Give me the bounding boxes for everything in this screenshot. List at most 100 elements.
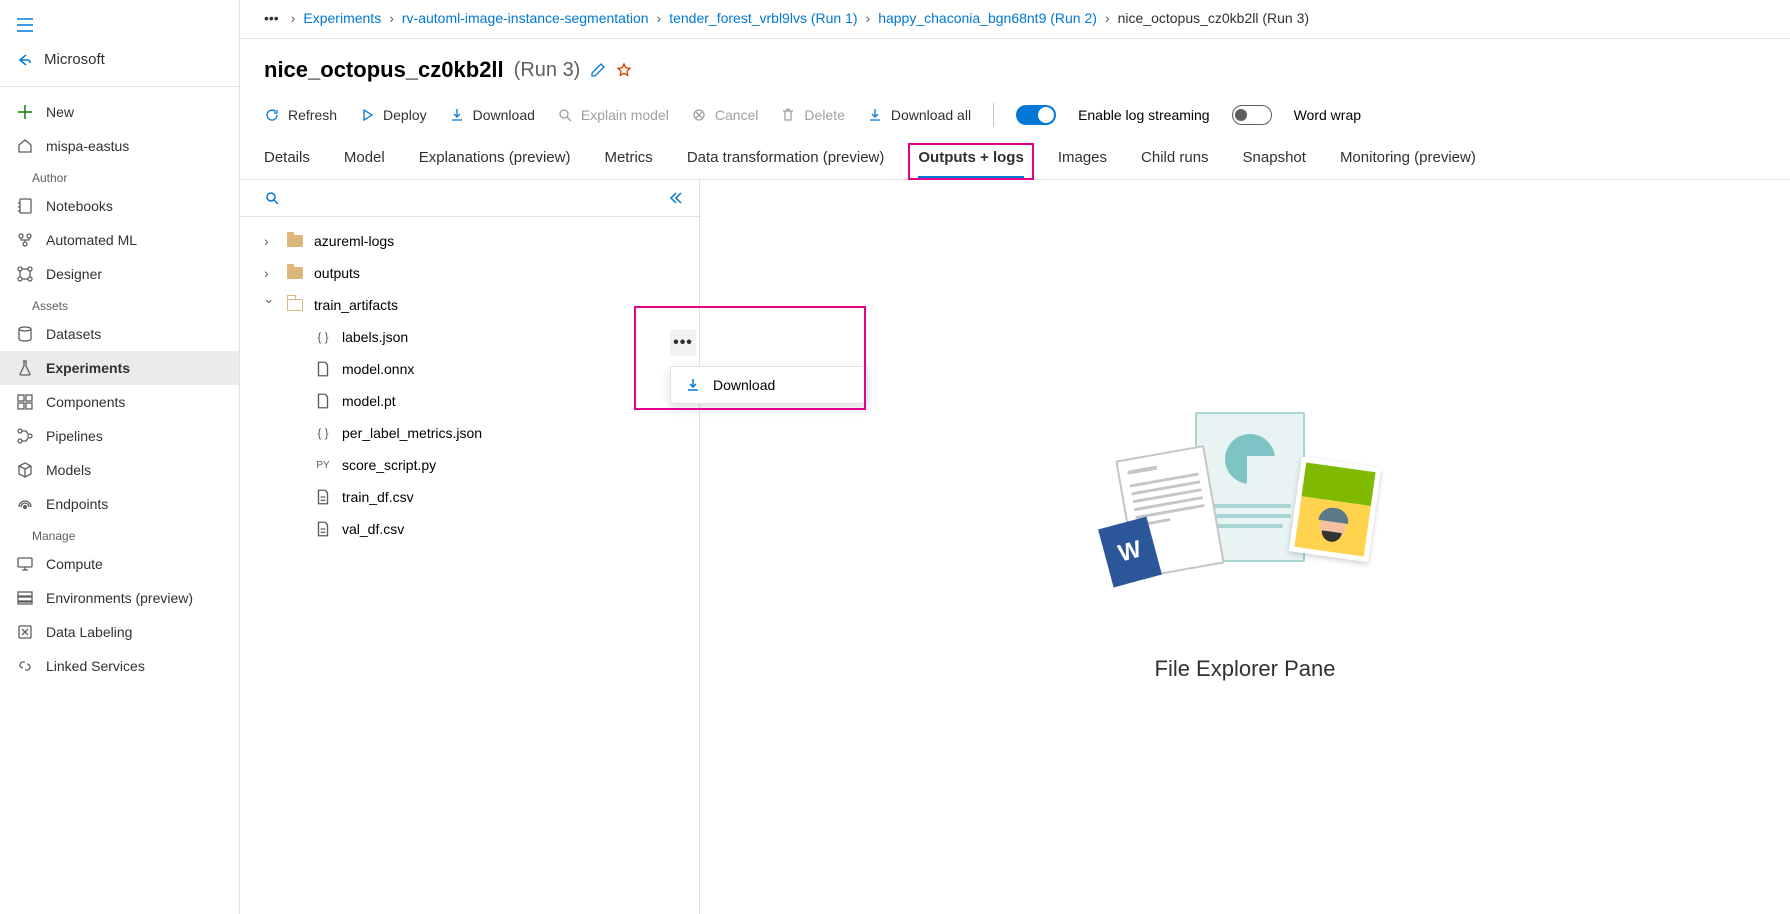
page-title-row: nice_octopus_cz0kb2ll (Run 3)	[240, 39, 1790, 97]
sidebar-label: Environments (preview)	[46, 590, 193, 606]
json-icon: { }	[314, 424, 332, 442]
sidebar-item-datalabeling[interactable]: Data Labeling	[0, 615, 239, 649]
chevron-right-icon: ›	[389, 10, 394, 26]
toolbar: Refresh Deploy Download Explain model Ca…	[240, 97, 1790, 139]
tree-file[interactable]: PY score_script.py	[240, 449, 699, 481]
sidebar-item-compute[interactable]: Compute	[0, 547, 239, 581]
folder-icon	[286, 232, 304, 250]
breadcrumb-overflow[interactable]: •••	[260, 10, 283, 26]
sidebar-item-datasets[interactable]: Datasets	[0, 317, 239, 351]
sidebar-label: Models	[46, 462, 91, 478]
chevron-right-icon: ›	[657, 10, 662, 26]
sidebar-item-experiments[interactable]: Experiments	[0, 351, 239, 385]
downloadall-label: Download all	[891, 107, 971, 123]
tree-label: labels.json	[342, 329, 408, 345]
sidebar-item-environments[interactable]: Environments (preview)	[0, 581, 239, 615]
deploy-label: Deploy	[383, 107, 427, 123]
tab-images[interactable]: Images	[1058, 149, 1107, 179]
sidebar-item-endpoints[interactable]: Endpoints	[0, 487, 239, 521]
tree-label: model.onnx	[342, 361, 414, 377]
sidebar-item-workspace[interactable]: mispa-eastus	[0, 129, 239, 163]
sidebar-item-new[interactable]: New	[0, 95, 239, 129]
sidebar-item-components[interactable]: Components	[0, 385, 239, 419]
tree-folder[interactable]: › azureml-logs	[240, 225, 699, 257]
deploy-button[interactable]: Deploy	[359, 107, 427, 123]
sidebar-item-designer[interactable]: Designer	[0, 257, 239, 291]
tree-folder-open[interactable]: › train_artifacts	[240, 289, 699, 321]
explain-model-button: Explain model	[557, 107, 669, 123]
tree-file[interactable]: { } per_label_metrics.json	[240, 417, 699, 449]
search-icon[interactable]	[264, 190, 280, 206]
delete-button: Delete	[780, 107, 844, 123]
tab-snapshot[interactable]: Snapshot	[1243, 149, 1306, 179]
sidebar-label: Datasets	[46, 326, 101, 342]
sidebar-label: Designer	[46, 266, 102, 282]
workspace-label: mispa-eastus	[46, 138, 129, 154]
crumb-experiments[interactable]: Experiments	[303, 10, 381, 26]
back-button[interactable]: Microsoft	[0, 45, 239, 74]
section-assets: Assets	[0, 291, 239, 317]
sidebar-label: Automated ML	[46, 232, 137, 248]
sidebar-label: Notebooks	[46, 198, 113, 214]
log-streaming-toggle[interactable]	[1016, 105, 1056, 125]
cancel-label: Cancel	[715, 107, 759, 123]
refresh-button[interactable]: Refresh	[264, 107, 337, 123]
context-download[interactable]: Download	[671, 367, 867, 403]
tree-file[interactable]: val_df.csv	[240, 513, 699, 545]
sidebar: Microsoft New mispa-eastus Author Notebo…	[0, 0, 240, 914]
context-menu-area: ••• Download	[670, 330, 868, 404]
file-tree-pane: › azureml-logs › outputs › train_artifac…	[240, 180, 700, 914]
edit-icon[interactable]	[590, 62, 606, 78]
more-actions-button[interactable]: •••	[670, 330, 696, 356]
tab-explanations[interactable]: Explanations (preview)	[419, 149, 571, 179]
crumb-run1[interactable]: tender_forest_vrbl9lvs (Run 1)	[669, 10, 857, 26]
tab-details[interactable]: Details	[264, 149, 310, 179]
tree-file[interactable]: model.pt	[240, 385, 699, 417]
favorite-icon[interactable]	[616, 62, 632, 78]
sidebar-item-pipelines[interactable]: Pipelines	[0, 419, 239, 453]
explorer-illustration: W	[1095, 412, 1395, 632]
csv-icon	[314, 488, 332, 506]
tab-model[interactable]: Model	[344, 149, 385, 179]
crumb-run2[interactable]: happy_chaconia_bgn68nt9 (Run 2)	[878, 10, 1097, 26]
tab-outputs-logs[interactable]: Outputs + logs	[918, 149, 1023, 179]
crumb-current: nice_octopus_cz0kb2ll (Run 3)	[1118, 10, 1309, 26]
chevron-right-icon: ›	[264, 233, 276, 249]
tab-monitoring[interactable]: Monitoring (preview)	[1340, 149, 1476, 179]
cancel-button: Cancel	[691, 107, 759, 123]
context-menu: Download	[670, 366, 868, 404]
toolbar-separator	[993, 103, 994, 127]
sidebar-item-linkedservices[interactable]: Linked Services	[0, 649, 239, 683]
sidebar-item-notebooks[interactable]: Notebooks	[0, 189, 239, 223]
sidebar-item-automl[interactable]: Automated ML	[0, 223, 239, 257]
chevron-down-icon: ›	[262, 299, 278, 311]
section-author: Author	[0, 163, 239, 189]
csv-icon	[314, 520, 332, 538]
folder-open-icon	[286, 296, 304, 314]
chevron-right-icon: ›	[866, 10, 871, 26]
page-title: nice_octopus_cz0kb2ll	[264, 57, 504, 83]
context-download-label: Download	[713, 377, 775, 393]
tree-label: per_label_metrics.json	[342, 425, 482, 441]
sidebar-label: Pipelines	[46, 428, 103, 444]
tab-datatransformation[interactable]: Data transformation (preview)	[687, 149, 885, 179]
chevron-right-icon: ›	[1105, 10, 1110, 26]
tree-file[interactable]: train_df.csv	[240, 481, 699, 513]
sidebar-label: Experiments	[46, 360, 130, 376]
word-wrap-toggle[interactable]	[1232, 105, 1272, 125]
hamburger-menu[interactable]	[0, 8, 239, 45]
tab-metrics[interactable]: Metrics	[604, 149, 652, 179]
crumb-exp-name[interactable]: rv-automl-image-instance-segmentation	[402, 10, 649, 26]
tree-label: outputs	[314, 265, 360, 281]
download-button[interactable]: Download	[449, 107, 535, 123]
collapse-pane-icon[interactable]	[667, 190, 683, 206]
main: ••• › Experiments › rv-automl-image-inst…	[240, 0, 1790, 914]
tree-file[interactable]: { } labels.json	[240, 321, 699, 353]
tree-folder[interactable]: › outputs	[240, 257, 699, 289]
sidebar-item-models[interactable]: Models	[0, 453, 239, 487]
tab-childruns[interactable]: Child runs	[1141, 149, 1209, 179]
sidebar-label: Endpoints	[46, 496, 108, 512]
download-all-button[interactable]: Download all	[867, 107, 971, 123]
tree-file[interactable]: model.onnx	[240, 353, 699, 385]
breadcrumb: ••• › Experiments › rv-automl-image-inst…	[240, 0, 1790, 30]
